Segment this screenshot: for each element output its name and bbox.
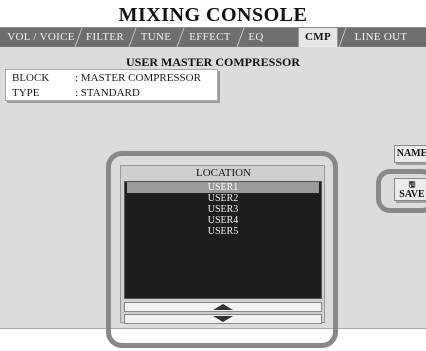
name-button[interactable]: NAME	[394, 145, 426, 163]
list-item-user1[interactable]: USER1	[127, 182, 319, 193]
tab-line-out[interactable]: LINE OUT	[348, 28, 414, 47]
info-row-block: BLOCK : MASTER COMPRESSOR	[12, 71, 211, 86]
page-title: USER MASTER COMPRESSOR	[125, 55, 301, 69]
main-content: USER MASTER COMPRESSOR BLOCK : MASTER COM…	[0, 47, 426, 329]
tab-filter[interactable]: FILTER	[80, 28, 130, 47]
save-label: SAVE	[399, 189, 425, 200]
list-item-user4[interactable]: USER4	[127, 215, 319, 226]
list-item-user3[interactable]: USER3	[127, 204, 319, 215]
arrow-down-icon	[213, 316, 233, 322]
scroll-down-button[interactable]	[124, 314, 322, 324]
info-key: BLOCK	[12, 72, 50, 84]
floppy-disk-icon: 🖫	[408, 180, 416, 189]
tab-vol-voice[interactable]: VOL / VOICE	[6, 28, 76, 47]
location-label: LOCATION	[196, 167, 251, 179]
app-title: MIXING CONSOLE	[118, 4, 308, 26]
info-row-type: TYPE : STANDARD	[12, 86, 211, 101]
tab-effect[interactable]: EFFECT	[182, 28, 238, 47]
tab-eq[interactable]: EQ	[242, 28, 270, 47]
info-key: TYPE	[12, 87, 40, 99]
location-panel: LOCATION USER1 USER2 USER3 USER4 USER5	[120, 165, 325, 324]
mixing-console-screen: MIXING CONSOLE VOL / VOICE FILTER TUNE E…	[0, 0, 426, 351]
list-item-user5[interactable]: USER5	[127, 226, 319, 237]
scroll-up-button[interactable]	[124, 302, 322, 312]
tab-tune[interactable]: TUNE	[134, 28, 178, 47]
compressor-info-box: BLOCK : MASTER COMPRESSOR TYPE : STANDARD	[5, 69, 218, 101]
tab-separator	[338, 28, 347, 47]
info-value: : STANDARD	[75, 87, 140, 99]
location-list: USER1 USER2 USER3 USER4 USER5	[124, 181, 322, 299]
arrow-up-icon	[213, 304, 233, 310]
list-item-user2[interactable]: USER2	[127, 193, 319, 204]
tab-cmp[interactable]: CMP	[298, 28, 338, 48]
tab-bar: VOL / VOICE FILTER TUNE EFFECT EQ CMP LI…	[0, 27, 426, 48]
info-value: : MASTER COMPRESSOR	[75, 72, 201, 84]
save-button[interactable]: 🖫 SAVE	[394, 178, 426, 201]
